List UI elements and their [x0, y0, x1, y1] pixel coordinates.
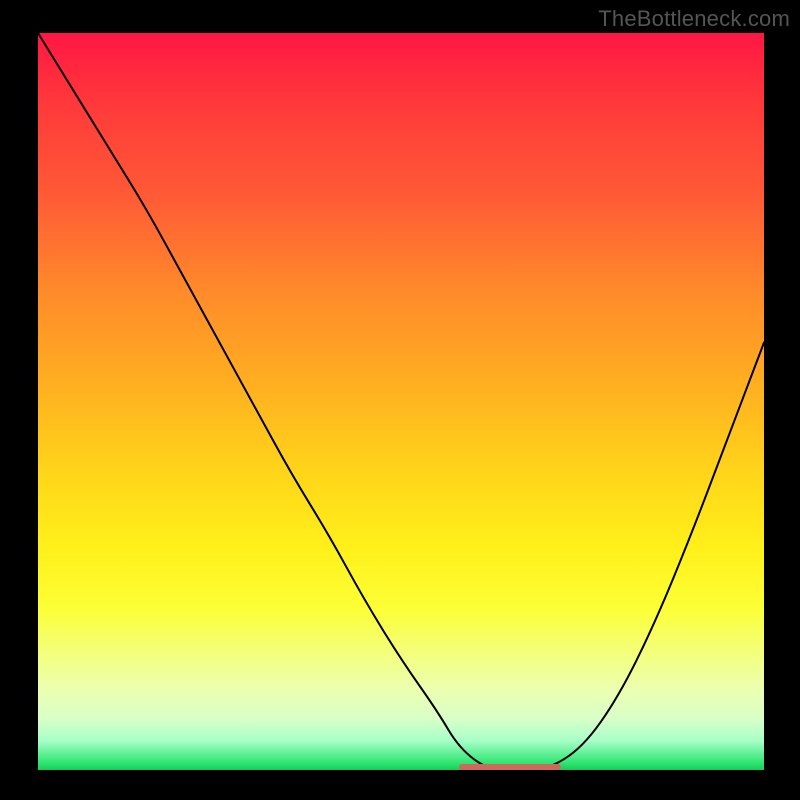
watermark-text: TheBottleneck.com — [598, 6, 790, 32]
chart-curve — [0, 0, 800, 800]
chart-bottom-highlight — [459, 764, 561, 770]
